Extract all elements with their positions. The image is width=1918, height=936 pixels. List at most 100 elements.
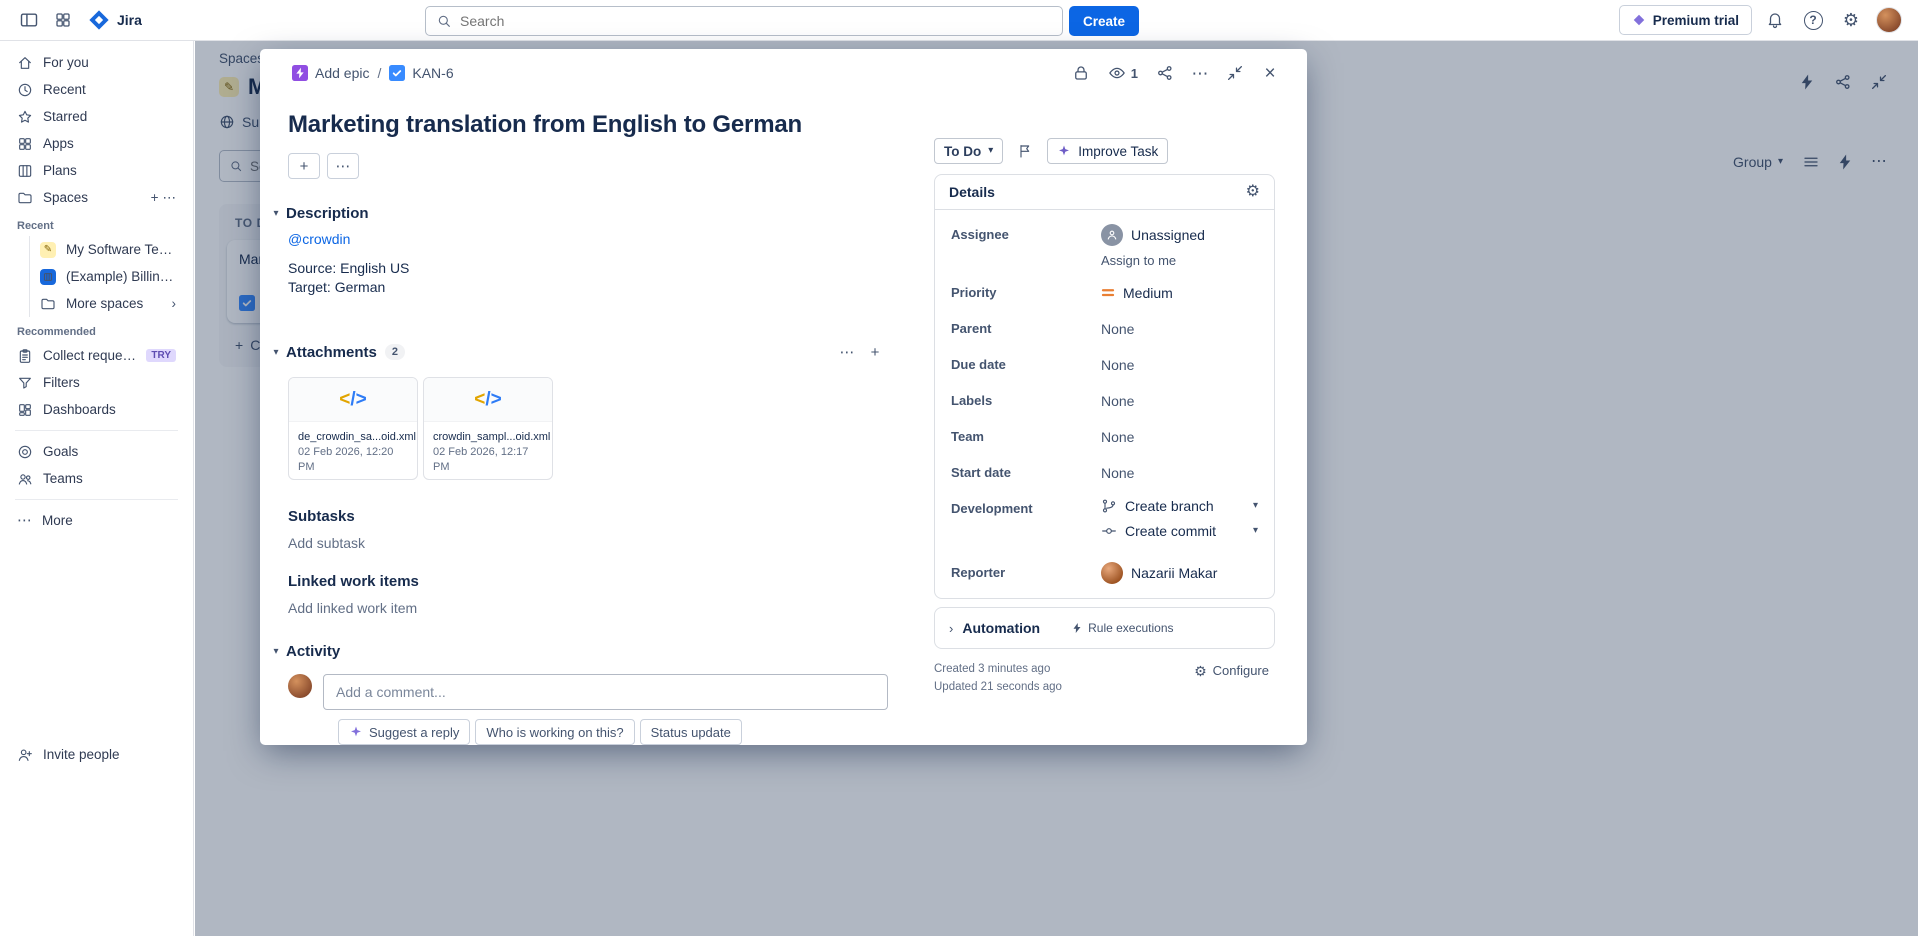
recommended-heading: Recommended	[9, 317, 184, 342]
restrict-access-button[interactable]	[1066, 58, 1096, 88]
add-linked-item-button[interactable]: Add linked work item	[288, 600, 417, 616]
watch-count: 1	[1131, 66, 1138, 81]
improve-task-button[interactable]: Improve Task	[1047, 138, 1168, 164]
create-branch-button[interactable]: Create branch ▾	[1101, 498, 1258, 514]
epic-icon	[292, 65, 308, 81]
issue-more-actions-button[interactable]: ⋯	[1185, 58, 1215, 88]
quick-reply-status-update[interactable]: Status update	[640, 719, 742, 745]
collapse-activity-button[interactable]: ▾	[266, 646, 286, 657]
crowdin-mention[interactable]: @crowdin	[288, 230, 888, 249]
start-date-value[interactable]: None	[1101, 462, 1134, 484]
description-heading: Description	[286, 205, 369, 222]
sidebar-space-billing-system[interactable]: (Example) Billing System...	[32, 263, 184, 290]
chevron-down-icon: ▾	[1253, 526, 1258, 536]
field-priority: Priority Medium	[951, 282, 1258, 304]
due-date-value[interactable]: None	[1101, 354, 1134, 376]
close-modal-button[interactable]: ×	[1255, 58, 1285, 88]
add-flag-button[interactable]	[1011, 138, 1039, 164]
watch-button[interactable]: 1	[1101, 58, 1145, 88]
create-commit-button[interactable]: Create commit ▾	[1101, 523, 1258, 539]
sidebar-item-recent[interactable]: Recent	[9, 76, 184, 103]
add-space-icon[interactable]: +	[151, 191, 159, 205]
parent-value[interactable]: None	[1101, 318, 1134, 340]
plans-icon	[17, 163, 33, 179]
sidebar-toggle-button[interactable]	[14, 5, 44, 35]
issue-quick-more-button[interactable]: ⋯	[327, 153, 359, 179]
sidebar-item-collect-requests[interactable]: Collect requests TRY	[9, 342, 184, 369]
sidebar-item-for-you[interactable]: For you	[9, 49, 184, 76]
top-navigation-bar: Jira Create Premium trial ? ⚙	[0, 0, 1918, 41]
notifications-button[interactable]	[1760, 5, 1790, 35]
add-epic-button[interactable]: Add epic	[286, 61, 375, 85]
automation-panel[interactable]: › Automation Rule executions	[934, 607, 1275, 649]
issue-title[interactable]: Marketing translation from English to Ge…	[288, 110, 888, 139]
status-dropdown[interactable]: To Do ▾	[934, 138, 1003, 164]
subtasks-section: Subtasks Add subtask	[288, 508, 888, 551]
sidebar-item-more[interactable]: ⋯More	[9, 507, 184, 534]
sidebar-more-spaces[interactable]: More spaces ›	[32, 290, 184, 317]
description-body[interactable]: @crowdin Source: English US Target: Germ…	[288, 230, 888, 297]
premium-trial-button[interactable]: Premium trial	[1619, 5, 1752, 35]
reporter-avatar	[1101, 562, 1123, 584]
sidebar-item-goals[interactable]: Goals	[9, 438, 184, 465]
team-value[interactable]: None	[1101, 426, 1134, 448]
collapse-icon	[1226, 64, 1244, 82]
quick-reply-who-working[interactable]: Who is working on this?	[475, 719, 634, 745]
comment-input[interactable]	[323, 674, 888, 710]
create-button[interactable]: Create	[1069, 6, 1139, 36]
attachment-card[interactable]: </> de_crowdin_sa...oid.xml 02 Feb 2026,…	[288, 377, 418, 480]
rule-executions[interactable]: Rule executions	[1071, 621, 1173, 635]
sidebar-item-starred[interactable]: Starred	[9, 103, 184, 130]
reporter-value[interactable]: Nazarii Makar	[1101, 562, 1217, 584]
sidebar-item-filters[interactable]: Filters	[9, 369, 184, 396]
attachments-more-button[interactable]: ⋯	[834, 339, 860, 365]
global-search-input[interactable]	[460, 13, 1052, 29]
invite-people-button[interactable]: Invite people	[9, 741, 184, 768]
issue-add-button[interactable]: +	[288, 153, 320, 179]
quick-reply-suggest[interactable]: Suggest a reply	[338, 719, 470, 745]
share-icon	[1156, 64, 1174, 82]
global-search[interactable]	[425, 6, 1063, 36]
clipboard-icon	[17, 348, 33, 364]
share-issue-button[interactable]	[1150, 58, 1180, 88]
target-icon	[17, 444, 33, 460]
try-badge: TRY	[146, 349, 176, 362]
sidebar-item-apps[interactable]: Apps	[9, 130, 184, 157]
attachment-card[interactable]: </> crowdin_sampl...oid.xml 02 Feb 2026,…	[423, 377, 553, 480]
settings-button[interactable]: ⚙	[1836, 5, 1866, 35]
bolt-icon	[1071, 622, 1083, 634]
sidebar-space-my-software-team[interactable]: ✎ My Software Team	[32, 236, 184, 263]
more-icon: ⋯	[1192, 65, 1209, 82]
details-gear-icon[interactable]: ⚙	[1246, 184, 1260, 200]
labels-value[interactable]: None	[1101, 390, 1134, 412]
assignee-value[interactable]: Unassigned	[1101, 224, 1205, 246]
collapse-modal-button[interactable]	[1220, 58, 1250, 88]
help-icon: ?	[1804, 11, 1823, 30]
spaces-more-icon[interactable]: ⋯	[163, 191, 177, 205]
profile-button[interactable]	[1874, 5, 1904, 35]
app-switcher-button[interactable]	[48, 5, 78, 35]
add-subtask-button[interactable]: Add subtask	[288, 535, 365, 551]
details-panel-header[interactable]: Details ⚙	[935, 175, 1274, 210]
sidebar-item-spaces[interactable]: Spaces +⋯	[9, 184, 184, 211]
sidebar-item-teams[interactable]: Teams	[9, 465, 184, 492]
priority-value[interactable]: Medium	[1101, 282, 1173, 304]
clock-icon	[17, 82, 33, 98]
add-attachment-button[interactable]: +	[862, 339, 888, 365]
collapse-attachments-button[interactable]: ▾	[266, 347, 286, 358]
configure-button[interactable]: ⚙ Configure	[1188, 660, 1275, 681]
updated-timestamp: Updated 21 seconds ago	[934, 678, 1062, 696]
sidebar-item-plans[interactable]: Plans	[9, 157, 184, 184]
sidebar-item-dashboards[interactable]: Dashboards	[9, 396, 184, 423]
collapse-description-button[interactable]: ▾	[266, 208, 286, 219]
activity-heading: Activity	[286, 643, 340, 660]
attachment-name: crowdin_sampl...oid.xml	[433, 431, 550, 443]
jira-brand[interactable]: Jira	[88, 9, 142, 31]
commit-icon	[1101, 523, 1117, 539]
gear-icon: ⚙	[1843, 11, 1859, 29]
assign-to-me-link[interactable]: Assign to me	[1101, 253, 1176, 268]
chevron-down-icon: ▾	[273, 647, 278, 657]
help-button[interactable]: ?	[1798, 5, 1828, 35]
issue-key-link[interactable]: KAN-6	[383, 61, 459, 85]
xml-file-icon: </>	[424, 378, 552, 422]
